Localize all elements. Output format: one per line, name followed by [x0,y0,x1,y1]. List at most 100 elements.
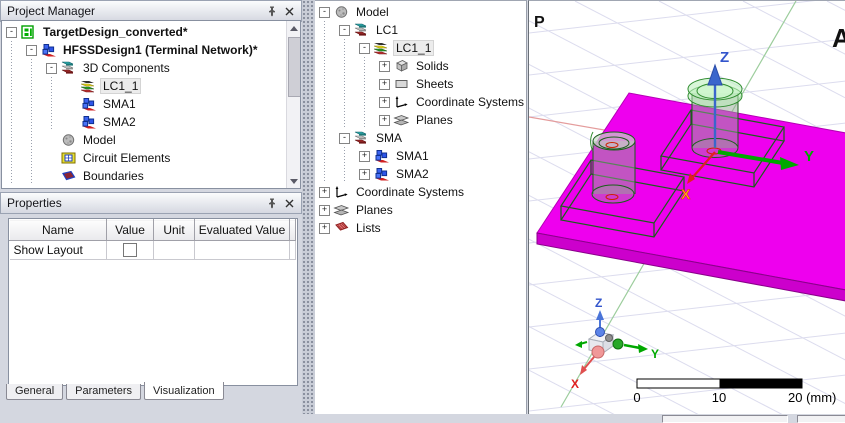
planes-icon [333,203,350,217]
collapse-box-icon[interactable]: - [339,132,350,144]
scroll-up-icon[interactable] [287,21,300,35]
expand-box-icon[interactable]: + [319,186,330,198]
property-row: Show Layout [9,240,296,260]
scroll-down-icon[interactable] [287,174,300,188]
model-tree-item-model[interactable]: - Model [315,3,526,21]
expand-box-icon[interactable]: + [319,222,330,234]
project-tree-item-model[interactable]: Model [2,131,300,149]
model-tree-item-sma2[interactable]: + SMA2 [315,165,526,183]
expand-box-icon[interactable]: + [359,168,370,180]
component-cubes-icon [80,97,97,111]
tree-guide [315,75,335,93]
tree-guide [22,95,42,113]
tree-label: Lists [356,221,381,235]
project-tree-item-sma2[interactable]: SMA2 [2,113,300,131]
expand-box-icon[interactable]: + [379,78,390,90]
model-tree-item-sma1[interactable]: + SMA1 [315,147,526,165]
panel-splitter[interactable] [302,0,315,423]
tab-visualization[interactable]: Visualization [144,382,224,400]
property-name: Show Layout [9,240,107,260]
tree-label: SMA1 [396,149,429,163]
property-evaluated [194,240,290,260]
component-cubes-icon [40,43,57,57]
collapse-box-icon[interactable]: - [6,26,17,38]
close-icon[interactable] [282,196,297,210]
project-tree-item-3d-components[interactable]: - 3D Components [2,59,300,77]
tree-label: Coordinate Systems [356,185,465,199]
tree-label: Circuit Elements [83,151,171,165]
property-grid: Name Value Unit Evaluated Value Show Layout [8,218,298,386]
tab-general[interactable]: General [6,384,64,400]
collapse-box-icon[interactable]: - [359,42,370,54]
column-header-unit[interactable]: Unit [153,219,195,241]
tree-guide [355,57,375,75]
tree-guide [2,77,22,95]
axis-z-label: Z [720,49,729,66]
collapse-box-icon[interactable]: - [26,44,37,56]
model-tree-item-planes[interactable]: + Planes [315,201,526,219]
model-tree-item-lc1[interactable]: - LC1 [315,21,526,39]
scale-tick-20: 20 (mm) [788,390,836,405]
pin-icon[interactable] [264,196,279,210]
column-header-filler [289,219,296,241]
model-icon [60,133,77,147]
column-header-evaluated-value[interactable]: Evaluated Value [194,219,290,241]
tree-guide [355,93,375,111]
tree-guide [2,59,22,77]
tree-label: Solids [416,59,449,73]
project-tree-item-lc1-1[interactable]: LC1_1 [2,77,300,95]
column-header-value[interactable]: Value [106,219,154,241]
expand-box-icon[interactable]: + [379,60,390,72]
project-manager-body: - TargetDesign_converted* - HFSSDesign1 (Te… [1,20,301,189]
show-layout-checkbox[interactable] [123,243,137,257]
project-tree-item-boundaries[interactable]: Boundaries [2,167,300,185]
components-stack-icon [353,131,370,145]
tree-label: HFSSDesign1 (Terminal Network)* [63,43,258,57]
collapse-box-icon[interactable]: - [46,62,57,74]
tree-guide [335,39,355,57]
lists-icon [333,221,350,235]
axis-y-label: Y [804,148,814,165]
component-cubes-icon [80,115,97,129]
scrollbar-thumb[interactable] [288,37,300,97]
expand-box-icon[interactable]: + [379,114,390,126]
collapse-box-icon[interactable]: - [339,24,350,36]
model-tree-item-lc1-1[interactable]: - LC1_1 [315,39,526,57]
column-header-name[interactable]: Name [9,219,107,241]
project-tree-item-circuit-elements[interactable]: Circuit Elements [2,149,300,167]
model-tree-item-sma[interactable]: - SMA [315,129,526,147]
expand-box-icon[interactable]: + [359,150,370,162]
boundaries-icon [60,169,77,183]
sheets-icon [393,77,410,91]
project-tree-item-targetdesign-converted[interactable]: - TargetDesign_converted* [2,23,300,41]
project-manager-title: Project Manager [7,4,96,18]
component-cubes-icon [373,149,390,163]
tree-label: SMA [376,131,403,145]
tab-parameters[interactable]: Parameters [66,384,141,400]
tree-guide [335,75,355,93]
collapse-box-icon[interactable]: - [319,6,330,18]
project-tree-item-sma1[interactable]: SMA1 [2,95,300,113]
status-bar [0,414,845,423]
model-tree-item-lists[interactable]: + Lists [315,219,526,237]
model-tree-item-coordinate-systems[interactable]: + Coordinate Systems [315,93,526,111]
expand-box-icon[interactable]: + [319,204,330,216]
property-unit [153,240,195,260]
model-tree-item-coordinate-systems[interactable]: + Coordinate Systems [315,183,526,201]
tree-guide [335,93,355,111]
expand-box-icon[interactable]: + [379,96,390,108]
tree-label: SMA1 [103,97,136,111]
project-tree-scrollbar[interactable] [286,21,300,188]
model-tree-item-sheets[interactable]: + Sheets [315,75,526,93]
tree-guide [22,167,42,185]
tree-guide [315,165,335,183]
close-icon[interactable] [282,4,297,18]
project-tree-item-hfssdesign1-terminal-network[interactable]: - HFSSDesign1 (Terminal Network)* [2,41,300,59]
model-tree-item-planes[interactable]: + Planes [315,111,526,129]
3d-scene[interactable]: Z Y X Z Y X 0 10 20 (mm) P [529,1,845,414]
layers-icon [80,79,97,93]
3d-viewport[interactable]: Z Y X Z Y X 0 10 20 (mm) P [528,0,845,414]
pin-icon[interactable] [264,4,279,18]
model-tree-item-solids[interactable]: + Solids [315,57,526,75]
solids-icon [393,59,410,73]
